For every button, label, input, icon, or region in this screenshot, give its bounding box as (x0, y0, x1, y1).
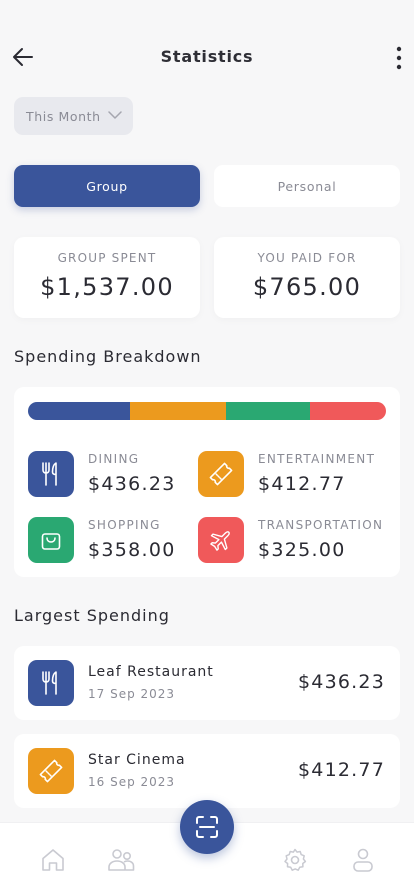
you-paid-value: $765.00 (252, 273, 362, 301)
you-paid-label: YOU PAID FOR (257, 251, 357, 265)
tab-group[interactable]: Group (14, 165, 200, 207)
category-name: DINING (88, 452, 140, 466)
breakdown-bar-segment-transportation (310, 402, 386, 420)
category-name: ENTERTAINMENT (258, 452, 376, 466)
airplane-icon (198, 517, 244, 563)
category-amount: $436.23 (88, 473, 176, 495)
scan-button[interactable] (180, 800, 234, 854)
shopping-bag-icon (28, 517, 74, 563)
scan-icon (196, 816, 218, 838)
ticket-icon (28, 748, 74, 794)
spending-item-name: Star Cinema (88, 752, 186, 768)
category-entertainment: ENTERTAINMENT $412.77 (198, 451, 378, 497)
settings-icon[interactable] (281, 847, 309, 873)
breakdown-bar-segment-entertainment (129, 402, 227, 420)
category-name: TRANSPORTATION (258, 518, 384, 532)
breakdown-bar-segment-dining (28, 402, 130, 420)
friends-icon[interactable] (106, 847, 136, 873)
category-amount: $358.00 (88, 539, 176, 561)
chevron-down-icon (108, 111, 122, 119)
breakdown-bar-segment-shopping (226, 402, 311, 420)
period-dropdown[interactable]: This Month (14, 97, 133, 135)
spending-item-date: 17 Sep 2023 (88, 687, 176, 701)
group-spent-value: $1,537.00 (40, 273, 174, 301)
category-dining: DINING $436.23 (28, 451, 208, 497)
cutlery-icon (28, 451, 74, 497)
category-name: SHOPPING (88, 518, 161, 532)
largest-spending-title: Largest Spending (14, 606, 170, 625)
spending-item-amount: $412.77 (298, 759, 385, 781)
more-options-icon[interactable] (394, 45, 404, 71)
page-title: Statistics (160, 47, 254, 66)
period-dropdown-label: This Month (26, 108, 101, 124)
spending-item-star-cinema[interactable]: Star Cinema 16 Sep 2023 $412.77 (14, 734, 400, 808)
you-paid-card: YOU PAID FOR $765.00 (214, 237, 400, 318)
category-transportation: TRANSPORTATION $325.00 (198, 517, 382, 563)
spending-item-date: 16 Sep 2023 (88, 775, 176, 789)
breakdown-bar (28, 402, 386, 420)
category-shopping: SHOPPING $358.00 (28, 517, 208, 563)
spending-item-name: Leaf Restaurant (88, 664, 214, 680)
profile-icon[interactable] (349, 847, 377, 873)
cutlery-icon (28, 660, 74, 706)
tab-personal[interactable]: Personal (214, 165, 400, 207)
spending-breakdown-title: Spending Breakdown (14, 347, 202, 366)
group-spent-card: GROUP SPENT $1,537.00 (14, 237, 200, 318)
group-spent-label: GROUP SPENT (57, 251, 157, 265)
home-icon[interactable] (39, 847, 67, 873)
category-amount: $412.77 (258, 473, 346, 495)
spending-item-amount: $436.23 (298, 671, 385, 693)
ticket-icon (198, 451, 244, 497)
spending-breakdown-card: DINING $436.23 ENTERTAINMENT $412.77 SHO… (14, 387, 400, 577)
category-amount: $325.00 (258, 539, 346, 561)
spending-item-leaf-restaurant[interactable]: Leaf Restaurant 17 Sep 2023 $436.23 (14, 646, 400, 720)
